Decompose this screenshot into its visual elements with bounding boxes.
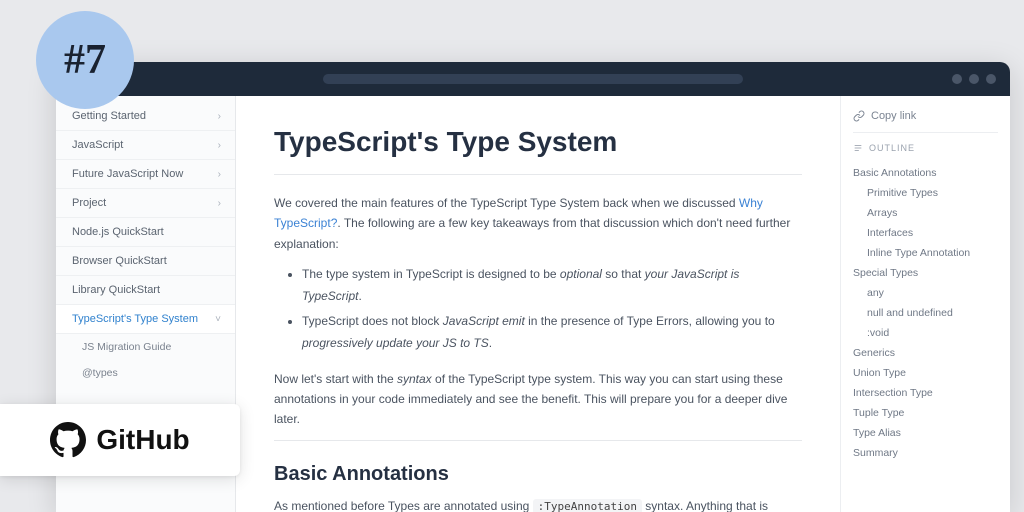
toc-item[interactable]: :void bbox=[853, 323, 998, 343]
rank-badge-text: #7 bbox=[64, 36, 106, 84]
github-label: GitHub bbox=[96, 424, 189, 456]
url-bar[interactable] bbox=[323, 74, 743, 84]
inline-code: :TypeAnnotation bbox=[533, 499, 642, 512]
page-title: TypeScript's Type System bbox=[274, 126, 802, 175]
window-button[interactable] bbox=[986, 74, 996, 84]
copy-link-button[interactable]: Copy link bbox=[853, 110, 998, 133]
toc-item[interactable]: Type Alias bbox=[853, 423, 998, 443]
toc-item[interactable]: Intersection Type bbox=[853, 383, 998, 403]
github-tag: GitHub bbox=[0, 404, 240, 476]
outline-panel: Copy link OUTLINE Basic AnnotationsPrimi… bbox=[840, 96, 1010, 512]
toc-item[interactable]: Summary bbox=[853, 443, 998, 463]
toc-item[interactable]: Inline Type Annotation bbox=[853, 243, 998, 263]
intro-paragraph: We covered the main features of the Type… bbox=[274, 193, 802, 254]
toc-item[interactable]: Special Types bbox=[853, 263, 998, 283]
intro-text-post: . The following are a few key takeaways … bbox=[274, 216, 790, 250]
section-text: As mentioned before Types are annotated … bbox=[274, 499, 533, 512]
sidebar-item[interactable]: Project › bbox=[56, 189, 235, 218]
chevron-right-icon: › bbox=[218, 140, 221, 151]
sidebar-item[interactable]: JavaScript › bbox=[56, 131, 235, 160]
toc-item[interactable]: Basic Annotations bbox=[853, 163, 998, 183]
list-item: TypeScript does not block JavaScript emi… bbox=[302, 311, 802, 354]
chevron-right-icon: › bbox=[218, 198, 221, 209]
sidebar-item-label: Getting Started bbox=[72, 110, 146, 122]
toc-item[interactable]: Arrays bbox=[853, 203, 998, 223]
sidebar-item[interactable]: Node.js QuickStart bbox=[56, 218, 235, 247]
rank-badge: #7 bbox=[36, 11, 134, 109]
link-icon bbox=[853, 110, 865, 122]
github-icon bbox=[50, 422, 86, 458]
toc-item[interactable]: any bbox=[853, 283, 998, 303]
chevron-right-icon: › bbox=[218, 111, 221, 122]
intro-text: We covered the main features of the Type… bbox=[274, 196, 739, 210]
browser-titlebar bbox=[56, 62, 1010, 96]
chevron-down-icon: ˅ bbox=[215, 314, 221, 325]
sidebar-subitem[interactable]: @types bbox=[56, 360, 235, 386]
sidebar-item[interactable]: Browser QuickStart bbox=[56, 247, 235, 276]
toc-item[interactable]: null and undefined bbox=[853, 303, 998, 323]
sidebar-item-label: Project bbox=[72, 197, 106, 209]
sidebar-item-label: Future JavaScript Now bbox=[72, 168, 183, 180]
toc-item[interactable]: Generics bbox=[853, 343, 998, 363]
key-takeaways-list: The type system in TypeScript is designe… bbox=[302, 264, 802, 354]
sidebar-item-label: Library QuickStart bbox=[72, 284, 160, 296]
main-content: TypeScript's Type System We covered the … bbox=[236, 96, 840, 512]
sidebar-item[interactable]: Library QuickStart bbox=[56, 276, 235, 305]
toc-item[interactable]: Tuple Type bbox=[853, 403, 998, 423]
sidebar-item[interactable]: Future JavaScript Now › bbox=[56, 160, 235, 189]
sidebar-item[interactable]: TypeScript's Type System ˅ bbox=[56, 305, 235, 334]
sidebar-item-label: JavaScript bbox=[72, 139, 123, 151]
outline-heading-label: OUTLINE bbox=[869, 143, 915, 153]
toc-list: Basic AnnotationsPrimitive TypesArraysIn… bbox=[853, 163, 998, 463]
sidebar-subitem[interactable]: JS Migration Guide bbox=[56, 334, 235, 360]
toc-item[interactable]: Primitive Types bbox=[853, 183, 998, 203]
copy-link-label: Copy link bbox=[871, 110, 916, 122]
chevron-right-icon: › bbox=[218, 169, 221, 180]
section-paragraph: As mentioned before Types are annotated … bbox=[274, 496, 802, 512]
sidebar-item-label: TypeScript's Type System bbox=[72, 313, 198, 325]
closing-paragraph: Now let's start with the syntax of the T… bbox=[274, 369, 802, 430]
outline-heading: OUTLINE bbox=[853, 143, 998, 153]
list-item: The type system in TypeScript is designe… bbox=[302, 264, 802, 307]
sidebar-item-label: Node.js QuickStart bbox=[72, 226, 164, 238]
sidebar-item-label: Browser QuickStart bbox=[72, 255, 167, 267]
toc-item[interactable]: Interfaces bbox=[853, 223, 998, 243]
window-button[interactable] bbox=[969, 74, 979, 84]
list-icon bbox=[853, 143, 863, 153]
window-buttons bbox=[952, 74, 996, 84]
toc-item[interactable]: Union Type bbox=[853, 363, 998, 383]
window-button[interactable] bbox=[952, 74, 962, 84]
section-heading: Basic Annotations bbox=[274, 440, 802, 486]
